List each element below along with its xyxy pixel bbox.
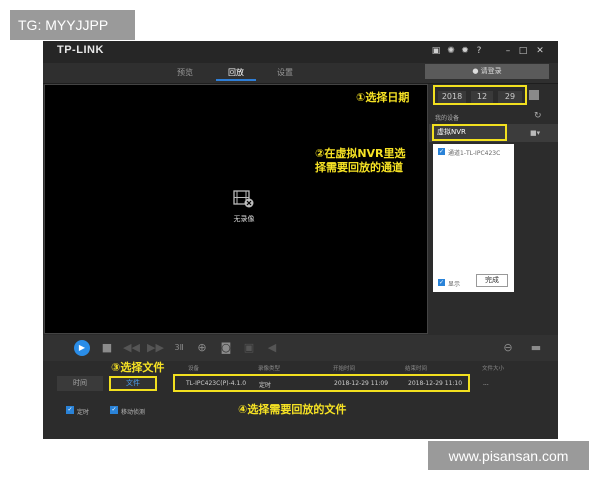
camera-snapshot-icon[interactable]: ◙ bbox=[219, 341, 233, 355]
speed-button[interactable]: 3Ⅱ bbox=[171, 341, 187, 355]
date-day[interactable]: 29 bbox=[498, 91, 522, 103]
annotation-step3: ③选择文件 bbox=[111, 361, 165, 374]
no-video-label: 无录像 bbox=[233, 215, 255, 223]
annotation-step4: ④选择需要回放的文件 bbox=[238, 403, 347, 416]
folder-icon[interactable]: ▬ bbox=[528, 341, 544, 355]
tab-time[interactable]: 时间 bbox=[57, 376, 103, 391]
video-area[interactable] bbox=[44, 84, 428, 334]
file-end: 2018-12-29 11:10 bbox=[408, 380, 463, 387]
header-file-size: 文件大小 bbox=[482, 366, 505, 372]
show-all-checkbox[interactable]: ✓ bbox=[438, 279, 445, 286]
minus-circle-icon[interactable]: ⊖ bbox=[501, 341, 515, 355]
calendar-icon[interactable] bbox=[529, 90, 539, 100]
gear-icon[interactable]: ✹ bbox=[459, 45, 471, 58]
filter-motion-checkbox[interactable]: ✓ bbox=[110, 406, 118, 414]
play-button[interactable]: ▶ bbox=[74, 340, 90, 356]
screenshot-icon[interactable]: ▣ bbox=[430, 45, 442, 58]
date-year[interactable]: 2018 bbox=[438, 91, 466, 103]
refresh-icon[interactable]: ↻ bbox=[534, 111, 542, 121]
minimize-icon[interactable]: – bbox=[502, 45, 514, 58]
settings-icon[interactable]: ✺ bbox=[445, 45, 457, 58]
help-icon[interactable]: ? bbox=[473, 45, 485, 58]
tab-settings[interactable]: 设置 bbox=[265, 65, 305, 81]
header-start-time: 开始时间 bbox=[333, 366, 356, 372]
maximize-icon[interactable]: □ bbox=[517, 45, 529, 58]
date-month[interactable]: 12 bbox=[471, 91, 493, 103]
my-devices-heading: 我的设备 bbox=[435, 115, 460, 122]
user-icon: ● bbox=[472, 67, 479, 75]
filter-scheduled-label: 定时 bbox=[77, 409, 90, 416]
confirm-button[interactable]: 完成 bbox=[476, 274, 508, 287]
close-icon[interactable]: ✕ bbox=[534, 45, 546, 58]
login-label: 请登录 bbox=[480, 67, 502, 75]
volume-icon[interactable]: ◀ bbox=[265, 341, 279, 355]
filter-motion-label: 移动侦测 bbox=[121, 409, 146, 416]
app-window: TP-LINK ▣ ✺ ✹ ? – □ ✕ 预览 回放 设置 ● 请登录 无录像… bbox=[43, 41, 558, 439]
record-icon[interactable]: ▣ bbox=[242, 341, 256, 355]
stop-button[interactable]: ■ bbox=[101, 341, 113, 355]
watermark-bottom: www.pisansan.com bbox=[428, 441, 589, 470]
annotation-step1: ①选择日期 bbox=[356, 91, 410, 104]
header-device: 设备 bbox=[188, 366, 200, 372]
watermark-top: TG: MYYJJPP bbox=[10, 10, 135, 40]
device-selector[interactable]: 虚拟NVR bbox=[432, 124, 507, 141]
annotation-step2-line2: 择需要回放的通道 bbox=[315, 161, 403, 174]
tab-preview[interactable]: 预览 bbox=[165, 65, 205, 81]
channel-label[interactable]: 通道1-TL-IPC423C bbox=[448, 148, 500, 157]
channel-checkbox[interactable]: ✓ bbox=[438, 148, 445, 155]
no-video-icon bbox=[233, 190, 254, 208]
show-all-label: 显示 bbox=[448, 281, 461, 288]
zoom-icon[interactable]: ⊕ bbox=[195, 341, 209, 355]
header-end-time: 结束时间 bbox=[405, 366, 428, 372]
login-button[interactable]: ● 请登录 bbox=[425, 64, 549, 79]
file-size: ... bbox=[483, 380, 489, 387]
tab-file[interactable]: 文件 bbox=[109, 376, 157, 391]
file-type: 定时 bbox=[259, 382, 272, 389]
header-record-type: 录像类型 bbox=[258, 366, 281, 372]
rewind-button[interactable]: ◀◀ bbox=[123, 341, 140, 355]
channel-dropdown bbox=[433, 144, 514, 292]
tab-playback[interactable]: 回放 bbox=[216, 65, 256, 81]
filter-scheduled-checkbox[interactable]: ✓ bbox=[66, 406, 74, 414]
file-device: TL-IPC423C(P)-4.1.0 bbox=[186, 380, 247, 387]
app-logo: TP-LINK bbox=[57, 44, 104, 56]
fast-forward-button[interactable]: ▶▶ bbox=[147, 341, 164, 355]
camera-dropdown-icon[interactable]: ■▾ bbox=[530, 129, 540, 137]
playback-controls bbox=[43, 335, 558, 361]
file-start: 2018-12-29 11:09 bbox=[334, 380, 389, 387]
